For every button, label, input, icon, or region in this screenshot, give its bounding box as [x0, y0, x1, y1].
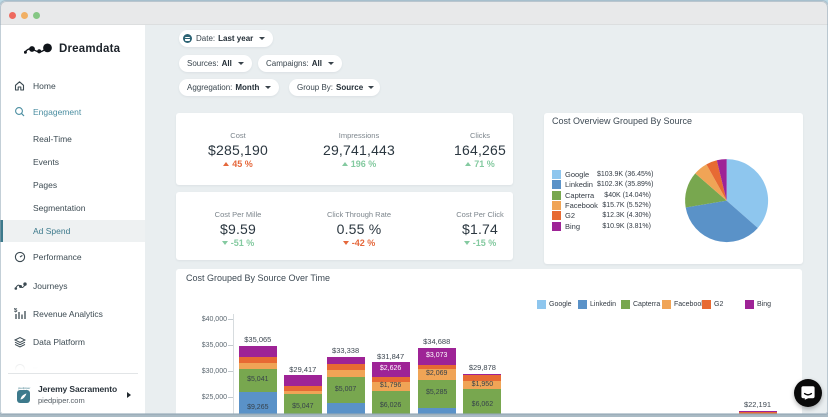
svg-text:$: $ [14, 308, 18, 314]
